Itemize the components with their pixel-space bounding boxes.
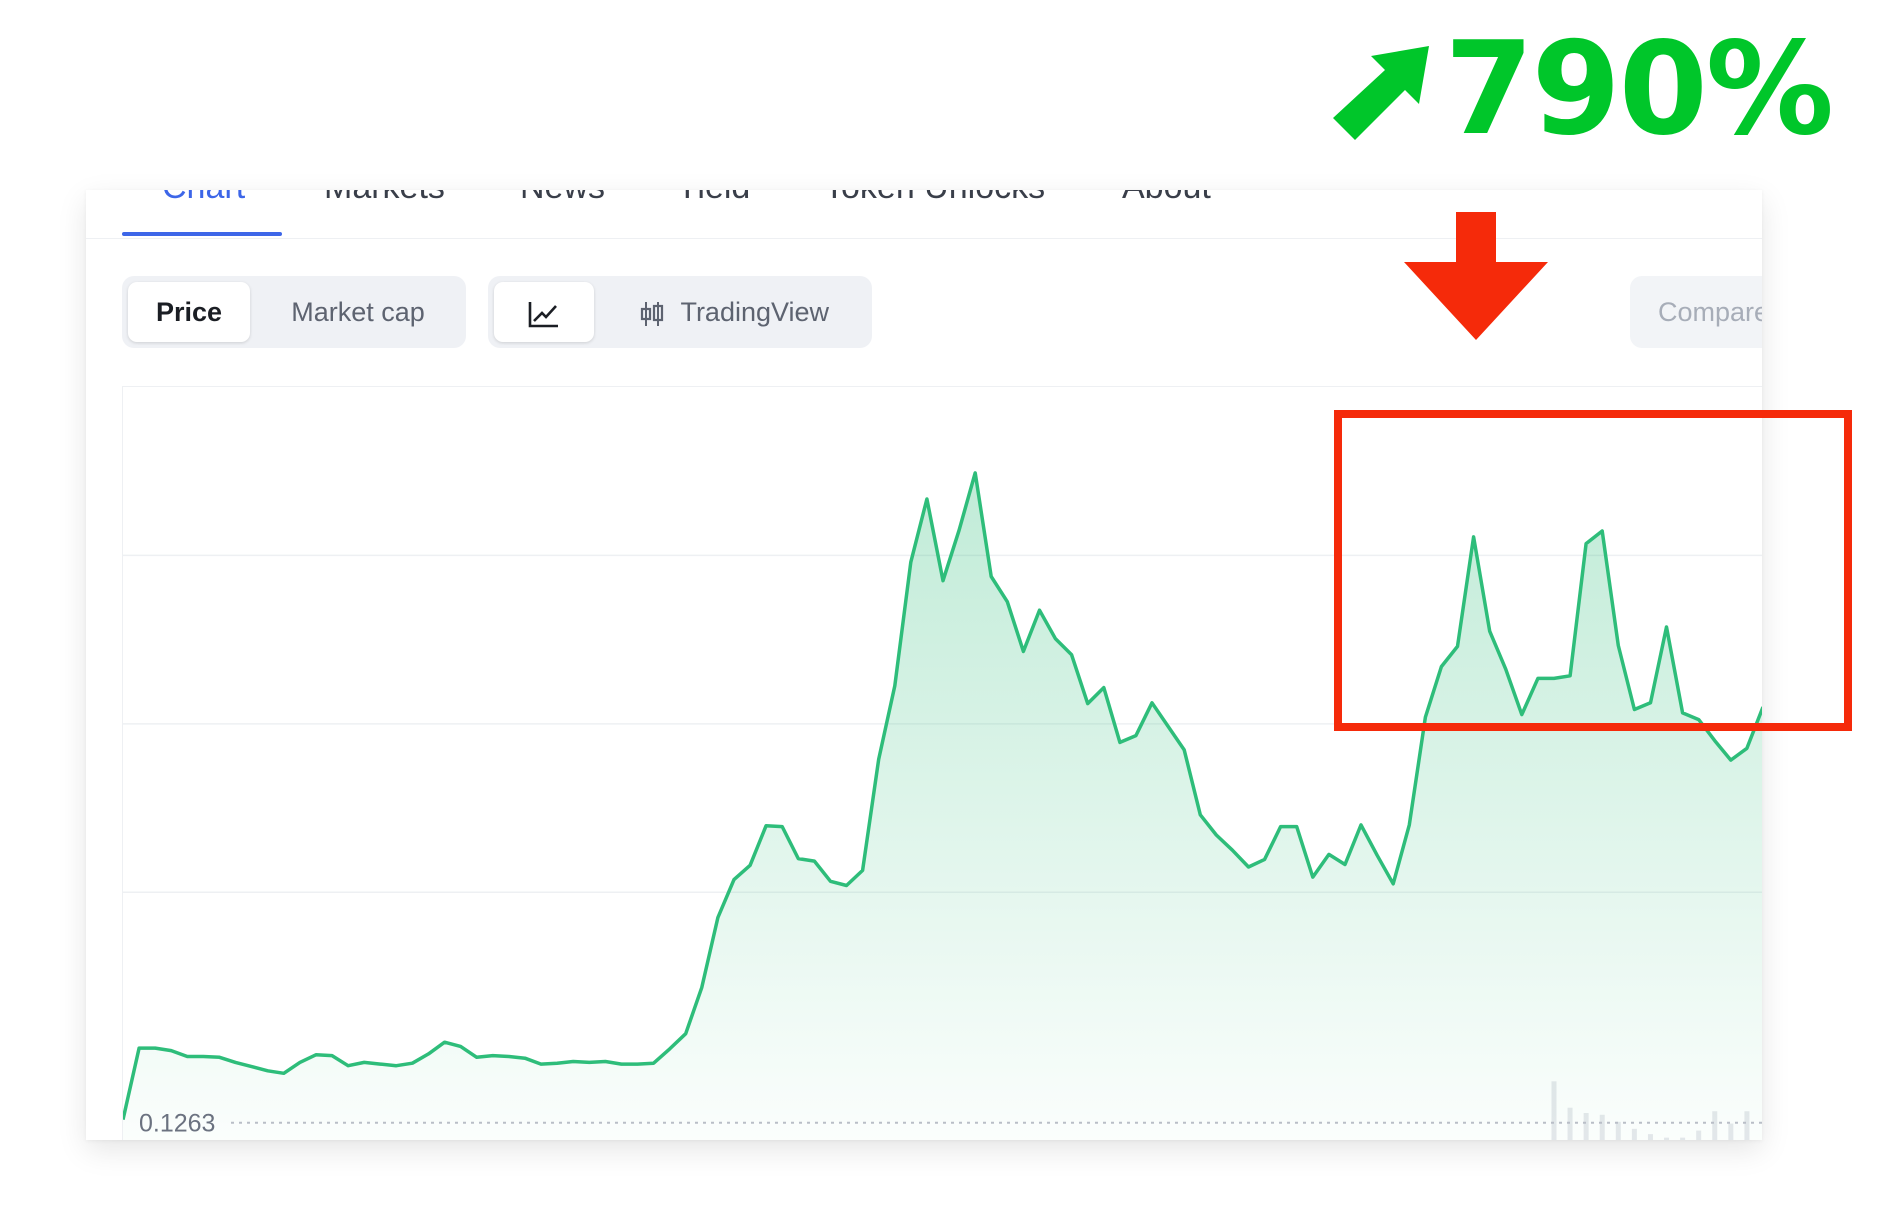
candlestick-icon (640, 301, 664, 326)
gain-headline: 790% (1332, 26, 1834, 154)
tab-token-unlocks[interactable]: Token Unlocks (824, 190, 1045, 207)
plot-area: 0.1263 (122, 386, 1762, 1140)
market-cap-option[interactable]: Market cap (258, 282, 458, 342)
line-chart-icon (528, 301, 558, 328)
tradingview-label: TradingView (680, 297, 830, 327)
tab-yield[interactable]: Yield (676, 190, 750, 207)
baseline-label: 0.1263 (139, 1110, 215, 1138)
price-option[interactable]: Price (128, 282, 250, 342)
chart-card: Chart Markets News Yield Token Unlocks A… (86, 190, 1762, 1140)
tradingview-button[interactable]: TradingView (600, 282, 866, 342)
tab-about[interactable]: About (1122, 190, 1211, 207)
tab-news[interactable]: News (520, 190, 605, 207)
chart-style-toggle: TradingView (488, 276, 872, 348)
gain-percentage: 790% (1444, 15, 1834, 164)
compare-button[interactable]: Compare (1630, 276, 1762, 348)
arrow-up-right-icon (1332, 46, 1429, 140)
tab-markets[interactable]: Markets (324, 190, 445, 207)
tab-bar: Chart Markets News Yield Token Unlocks A… (86, 190, 1762, 239)
price-chart: 0.1263 (123, 471, 1762, 1140)
line-chart-button[interactable] (494, 282, 594, 342)
metric-toggle: Price Market cap (122, 276, 466, 348)
tab-chart[interactable]: Chart (162, 190, 245, 207)
active-tab-indicator (122, 232, 282, 236)
